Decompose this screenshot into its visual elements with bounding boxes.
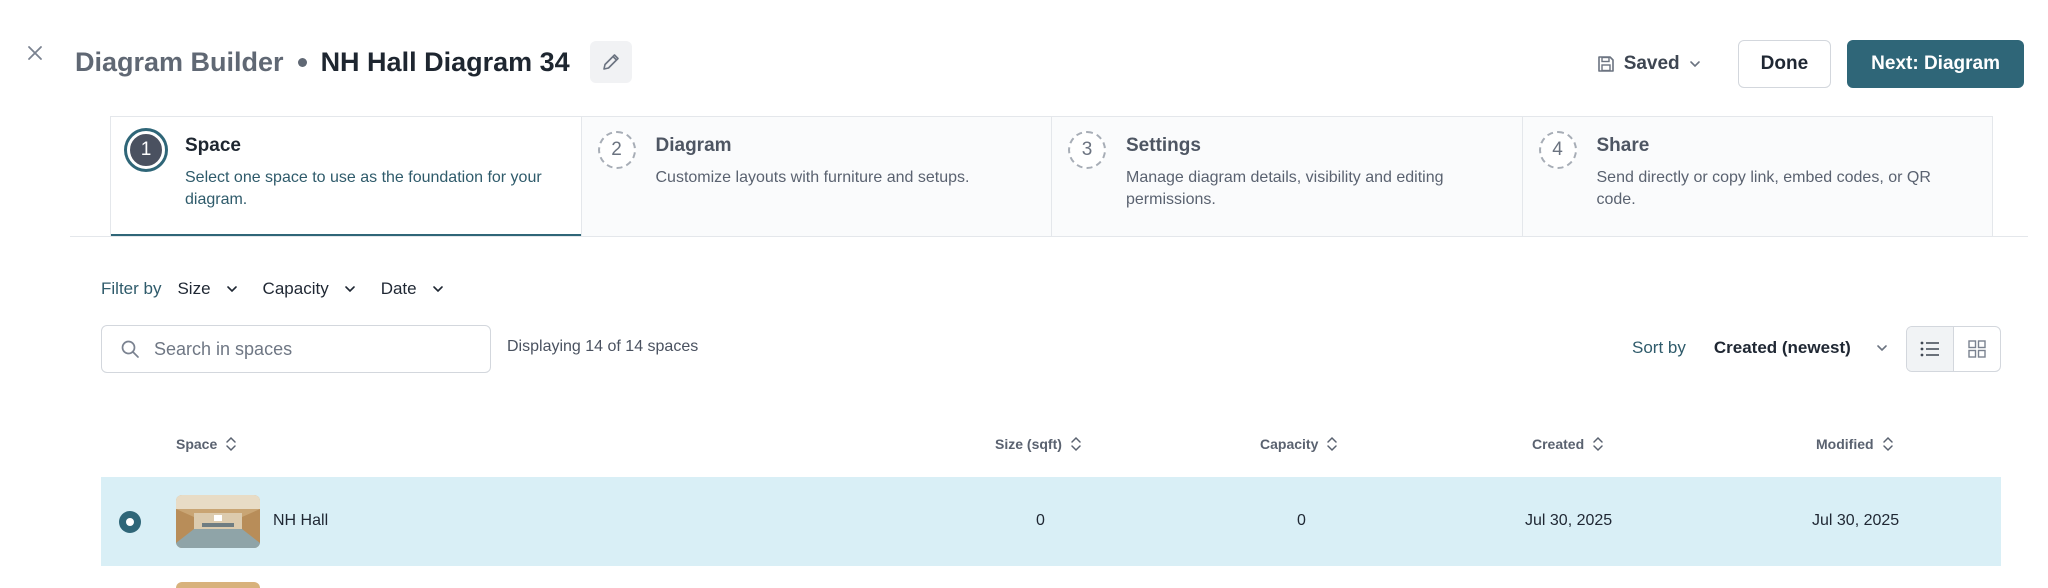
step-title: Share — [1596, 135, 1650, 156]
step-number: 4 — [1538, 131, 1577, 169]
step-description: Select one space to use as the foundatio… — [185, 169, 542, 208]
space-thumbnail — [176, 495, 260, 548]
filter-date-dropdown[interactable]: Date — [381, 279, 445, 299]
column-header-created[interactable]: Created — [1532, 436, 1604, 452]
step-share[interactable]: 4 Share Send directly or copy link, embe… — [1523, 117, 1993, 236]
diagram-name: NH Hall Diagram 34 — [320, 46, 570, 77]
chevron-down-icon — [432, 286, 443, 293]
chevron-down-icon — [226, 286, 237, 293]
sort-label: Sort by — [1632, 338, 1686, 357]
sort-icon — [1327, 436, 1338, 452]
divider — [70, 236, 2028, 237]
close-button[interactable] — [24, 42, 46, 64]
header-actions: Saved Done Next: Diagram — [1576, 40, 2024, 88]
app-title: Diagram Builder — [75, 46, 284, 77]
step-number: 3 — [1068, 131, 1106, 169]
space-thumbnail — [176, 582, 260, 588]
step-title: Settings — [1126, 135, 1201, 156]
sort-icon — [1071, 436, 1081, 452]
next-diagram-button[interactable]: Next: Diagram — [1847, 40, 2024, 88]
done-button[interactable]: Done — [1737, 40, 1832, 88]
step-space[interactable]: 1 Space Select one space to use as the f… — [111, 117, 582, 237]
close-icon — [28, 46, 42, 60]
table-row[interactable]: NH Hall 0 0 Jul 30, 2025 Jul 30, 2025 — [101, 477, 2001, 566]
step-number: 2 — [597, 131, 636, 169]
page-title: Diagram Builder NH Hall Diagram 34 — [75, 40, 632, 84]
filter-size-dropdown[interactable]: Size — [177, 279, 238, 299]
space-name: NH Hall — [273, 512, 329, 529]
column-header-space[interactable]: Space — [176, 436, 237, 452]
rename-button[interactable] — [589, 41, 632, 83]
space-created: Jul 30, 2025 — [1525, 512, 1613, 529]
pencil-icon — [602, 54, 619, 70]
grid-view-button[interactable] — [1954, 327, 2000, 371]
view-mode-toggle — [1906, 326, 2001, 372]
space-capacity: 0 — [1297, 512, 1306, 529]
step-navigator: 1 Space Select one space to use as the f… — [110, 116, 1993, 237]
sort-icon — [1882, 436, 1893, 452]
column-header-capacity[interactable]: Capacity — [1260, 436, 1338, 452]
filter-bar: Filter by Size Capacity Date — [101, 276, 453, 302]
chevron-down-icon — [1689, 61, 1700, 68]
sort-control: Sort by Created (newest) — [1632, 338, 1889, 358]
grid-view-icon — [1968, 340, 1986, 358]
step-description: Customize layouts with furniture and set… — [655, 169, 970, 186]
step-settings[interactable]: 3 Settings Manage diagram details, visib… — [1052, 117, 1523, 236]
row-radio-selected[interactable] — [119, 511, 141, 533]
sort-dropdown[interactable]: Created (newest) — [1714, 338, 1889, 358]
step-description: Manage diagram details, visibility and e… — [1126, 169, 1444, 208]
chevron-down-icon — [344, 286, 355, 293]
title-separator — [297, 57, 307, 67]
step-number: 1 — [127, 131, 165, 169]
step-diagram[interactable]: 2 Diagram Customize layouts with furnitu… — [582, 117, 1052, 236]
list-view-button[interactable] — [1907, 327, 1954, 371]
filter-capacity-dropdown[interactable]: Capacity — [263, 279, 357, 299]
saved-status-dropdown[interactable]: Saved — [1576, 40, 1722, 88]
step-description: Send directly or copy link, embed codes,… — [1596, 169, 1931, 208]
chevron-down-icon — [1877, 345, 1887, 352]
space-modified: Jul 30, 2025 — [1812, 512, 1900, 529]
space-size: 0 — [1036, 512, 1045, 529]
search-field[interactable] — [101, 325, 491, 373]
column-header-size[interactable]: Size (sqft) — [995, 436, 1082, 452]
results-count: Displaying 14 of 14 spaces — [507, 338, 699, 355]
sort-icon — [1593, 436, 1603, 452]
column-header-modified[interactable]: Modified — [1816, 436, 1894, 452]
filter-label: Filter by — [101, 279, 162, 298]
list-view-icon — [1920, 341, 1939, 357]
sort-icon — [226, 436, 236, 452]
search-input[interactable] — [154, 338, 474, 360]
table-header: Space Size (sqft) Capacity Created Modif… — [101, 436, 2001, 460]
save-icon — [1597, 56, 1614, 72]
step-title: Diagram — [655, 135, 732, 156]
search-icon — [121, 340, 139, 358]
saved-label: Saved — [1623, 53, 1680, 74]
step-title: Space — [185, 135, 241, 156]
